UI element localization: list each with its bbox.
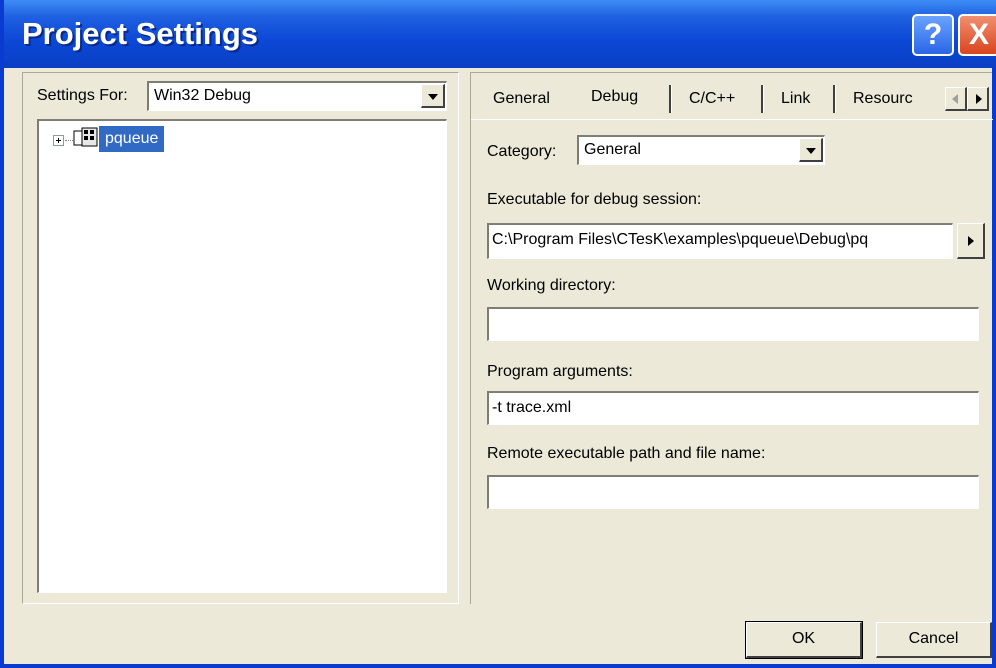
exe-value: C:\Program Files\CTesK\examples\pqueue\D… bbox=[492, 231, 869, 248]
settings-for-panel: Settings For: Win32 Debug pqueue bbox=[22, 72, 459, 604]
ok-button[interactable]: OK bbox=[745, 621, 863, 659]
args-value: -t trace.xml bbox=[492, 399, 572, 416]
tab-scroll-arrows bbox=[945, 87, 991, 111]
tree-item-pqueue[interactable]: pqueue bbox=[99, 126, 165, 152]
tab-divider bbox=[833, 85, 836, 113]
category-combo[interactable]: General bbox=[577, 135, 825, 165]
settings-for-value: Win32 Debug bbox=[154, 87, 251, 104]
tab-baseline bbox=[471, 119, 993, 120]
scroll-left-icon[interactable] bbox=[945, 87, 967, 111]
dialog-footer: OK Cancel bbox=[4, 604, 992, 660]
project-settings-dialog: Project Settings ? X Settings For: Win32… bbox=[0, 0, 996, 668]
args-field[interactable]: -t trace.xml bbox=[487, 391, 979, 425]
category-label: Category: bbox=[487, 143, 557, 160]
tab-debug[interactable]: Debug bbox=[577, 75, 653, 119]
tab-divider bbox=[669, 85, 672, 113]
settings-for-combo[interactable]: Win32 Debug bbox=[147, 81, 447, 111]
tab-divider bbox=[761, 85, 764, 113]
title-bar[interactable]: Project Settings ? X bbox=[4, 0, 996, 68]
workdir-field[interactable] bbox=[487, 307, 979, 341]
tab-cpp[interactable]: C/C++ bbox=[675, 81, 749, 117]
args-label: Program arguments: bbox=[487, 363, 633, 380]
settings-for-label: Settings For: bbox=[37, 87, 128, 104]
help-icon[interactable]: ? bbox=[912, 14, 954, 56]
browse-arrow-icon[interactable] bbox=[957, 223, 985, 259]
remote-field[interactable] bbox=[487, 475, 979, 509]
project-tree[interactable]: pqueue bbox=[37, 119, 447, 593]
workdir-label: Working directory: bbox=[487, 277, 616, 294]
project-icon bbox=[73, 127, 98, 147]
scroll-right-icon[interactable] bbox=[967, 87, 989, 111]
window-title: Project Settings bbox=[22, 16, 258, 51]
tab-link[interactable]: Link bbox=[767, 81, 824, 117]
cancel-button[interactable]: Cancel bbox=[876, 622, 992, 658]
remote-label: Remote executable path and file name: bbox=[487, 445, 766, 462]
tab-resources[interactable]: Resourc bbox=[839, 81, 953, 117]
tab-general[interactable]: General bbox=[479, 81, 564, 117]
dropdown-arrow-icon[interactable] bbox=[421, 84, 445, 108]
close-icon[interactable]: X bbox=[958, 14, 996, 56]
category-value: General bbox=[584, 141, 641, 158]
exe-field[interactable]: C:\Program Files\CTesK\examples\pqueue\D… bbox=[487, 223, 953, 259]
dropdown-arrow-icon[interactable] bbox=[799, 138, 823, 162]
exe-label: Executable for debug session: bbox=[487, 191, 702, 208]
tree-connector bbox=[65, 140, 73, 141]
settings-tabs-panel: General Debug C/C++ Link Resourc Categor… bbox=[470, 72, 993, 604]
tab-strip: General Debug C/C++ Link Resourc bbox=[471, 73, 993, 120]
expand-icon[interactable] bbox=[53, 135, 64, 146]
